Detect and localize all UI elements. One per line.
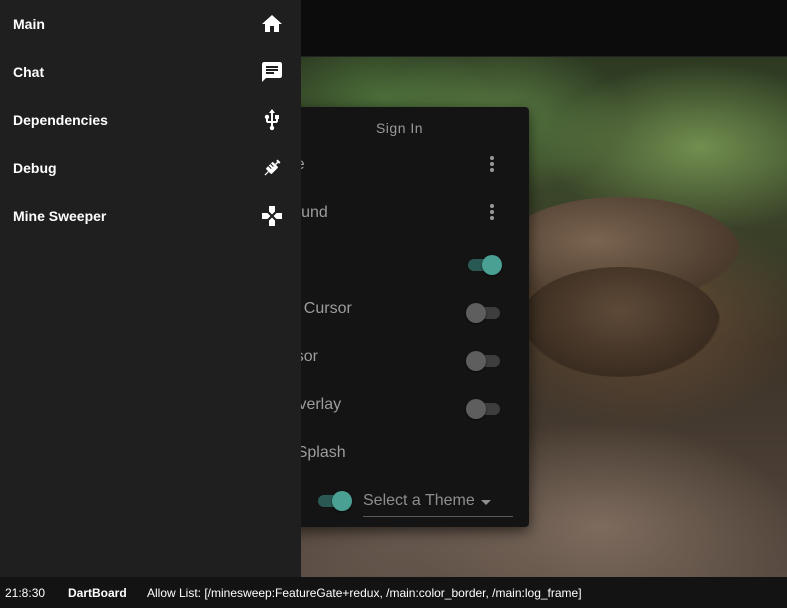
chat-icon xyxy=(260,60,284,84)
theme-row: k Select a Theme xyxy=(270,483,529,523)
nav-item-label: Debug xyxy=(13,160,57,176)
theme-select[interactable]: Select a Theme xyxy=(363,487,513,517)
toggle-thumb xyxy=(332,491,352,511)
nav-item-label: Dependencies xyxy=(13,112,108,128)
nav-item-main[interactable]: Main xyxy=(0,0,301,48)
card-title: Sign In xyxy=(375,120,424,136)
status-bar: 21:8:30 DartBoard Allow List: [/mineswee… xyxy=(0,577,787,608)
status-app-name: DartBoard xyxy=(68,586,127,600)
nav-item-label: Mine Sweeper xyxy=(13,208,107,224)
nav-item-dependencies[interactable]: Dependencies xyxy=(0,96,301,144)
dark-mode-toggle[interactable] xyxy=(316,489,352,511)
more-vert-icon[interactable] xyxy=(488,156,496,176)
toggle-thumb xyxy=(466,351,486,371)
logging-toggle[interactable] xyxy=(466,253,502,275)
overlay-toggle[interactable] xyxy=(466,397,502,419)
nav-item-chat[interactable]: Chat xyxy=(0,48,301,96)
syringe-icon xyxy=(260,156,284,180)
toggle-thumb xyxy=(466,303,486,323)
cursor-row[interactable]: Cursor xyxy=(270,334,529,382)
logging-row[interactable]: ging xyxy=(270,238,529,286)
template-row[interactable]: plate xyxy=(270,142,529,190)
nav-item-debug[interactable]: Debug xyxy=(0,144,301,192)
nav-item-mine-sweeper[interactable]: Mine Sweeper xyxy=(0,192,301,240)
rainbow-cursor-toggle[interactable] xyxy=(466,301,502,323)
dropdown-arrow-icon xyxy=(481,500,491,505)
splash-row[interactable]: the Splash xyxy=(270,430,529,478)
theme-select-placeholder: Select a Theme xyxy=(363,492,475,509)
nav-item-label: Chat xyxy=(13,64,45,80)
background-row[interactable]: kground xyxy=(270,190,529,238)
rainbow-cursor-row[interactable]: bow Cursor xyxy=(270,286,529,334)
more-vert-icon[interactable] xyxy=(488,204,496,224)
cursor-toggle[interactable] xyxy=(466,349,502,371)
status-allow-list: Allow List: [/minesweep:FeatureGate+redu… xyxy=(147,586,582,600)
overlay-row[interactable]: w Overlay xyxy=(270,382,529,430)
toggle-thumb xyxy=(482,255,502,275)
toggle-thumb xyxy=(466,399,486,419)
mushroom-image-2 xyxy=(520,267,720,377)
gamepad-icon xyxy=(260,204,284,228)
usb-icon xyxy=(260,108,284,132)
sign-in-card: Sign In plate kground ging bow Cursor Cu… xyxy=(270,107,529,527)
navigation-drawer: Main Chat Dependencies Debug Mine Sweepe… xyxy=(0,0,301,577)
status-time: 21:8:30 xyxy=(5,586,46,600)
nav-item-label: Main xyxy=(13,16,45,32)
home-icon xyxy=(260,12,284,36)
